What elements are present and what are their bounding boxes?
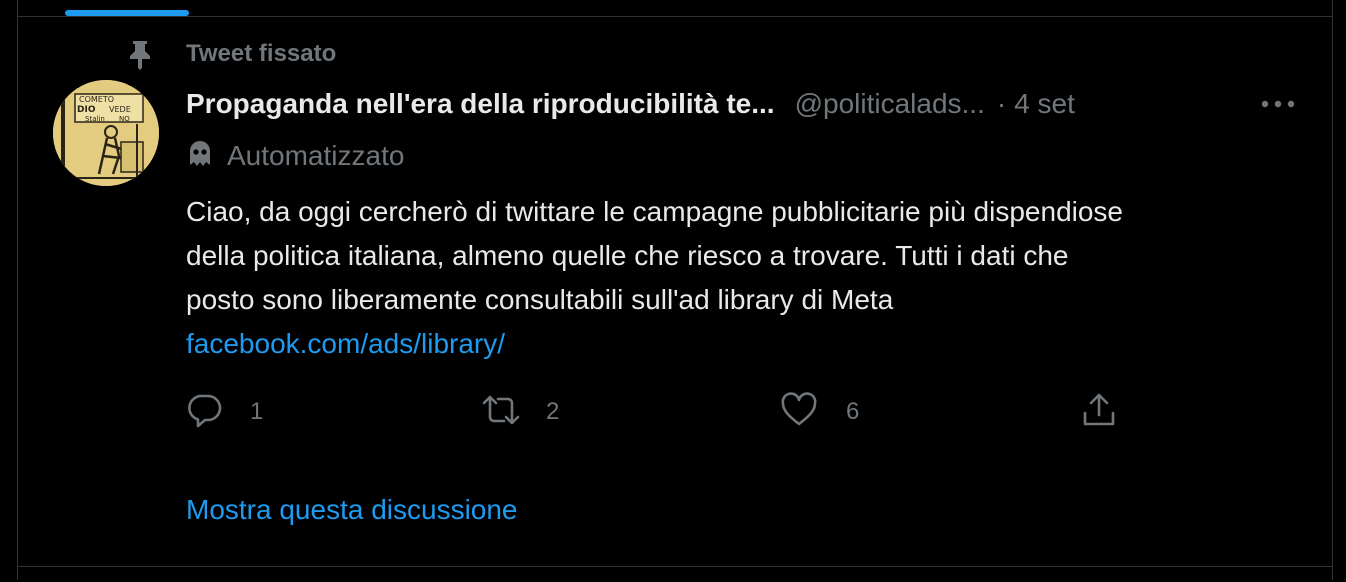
separator-dot: · [996,88,1007,119]
tweet-text-line: posto sono liberamente consultabili sull… [186,284,894,315]
top-divider [18,16,1332,17]
tweet-text: Ciao, da oggi cercherò di twittare le ca… [186,190,1316,366]
pin-icon [126,38,154,70]
share-button[interactable] [1080,392,1118,432]
show-thread-link[interactable]: Mostra questa discussione [186,494,518,526]
more-icon [1261,100,1295,108]
tweet-header: Propaganda nell'era della riproducibilit… [186,86,1075,122]
share-icon [1080,391,1118,434]
avatar-text-5: NO [119,115,130,123]
more-options-button[interactable] [1258,90,1298,118]
reply-count: 1 [250,398,264,425]
tweet-text-line: Ciao, da oggi cercherò di twittare le ca… [186,196,1124,227]
automated-label-row[interactable]: Automatizzato [186,138,404,174]
reply-icon [186,391,224,434]
retweet-count: 2 [546,398,560,425]
like-button[interactable]: 6 [780,391,860,434]
retweet-button[interactable]: 2 [480,392,559,432]
timestamp[interactable]: 4 set [1014,88,1075,120]
automated-label: Automatizzato [227,140,405,171]
display-name[interactable]: Propaganda nell'era della riproducibilit… [186,88,775,120]
like-count: 6 [846,398,860,425]
retweet-icon [480,391,522,434]
reply-button[interactable]: 1 [186,392,263,432]
avatar-text-3: VEDE [109,105,131,114]
avatar[interactable]: COMETO DIO VEDE Stalin NO [53,80,159,186]
avatar-text-4: Stalin [85,115,105,123]
bottom-divider [18,566,1332,567]
tweet-link[interactable]: facebook.com/ads/library/ [186,322,1316,366]
pinned-label: Tweet fissato [186,40,337,67]
avatar-text-1: COMETO [79,95,114,104]
user-handle[interactable]: @politicalads... [795,88,985,120]
robot-icon [186,139,214,174]
avatar-text-2: DIO [77,105,96,115]
tweet-text-line: della politica italiana, almeno quelle c… [186,240,1069,271]
heart-icon [780,391,818,434]
